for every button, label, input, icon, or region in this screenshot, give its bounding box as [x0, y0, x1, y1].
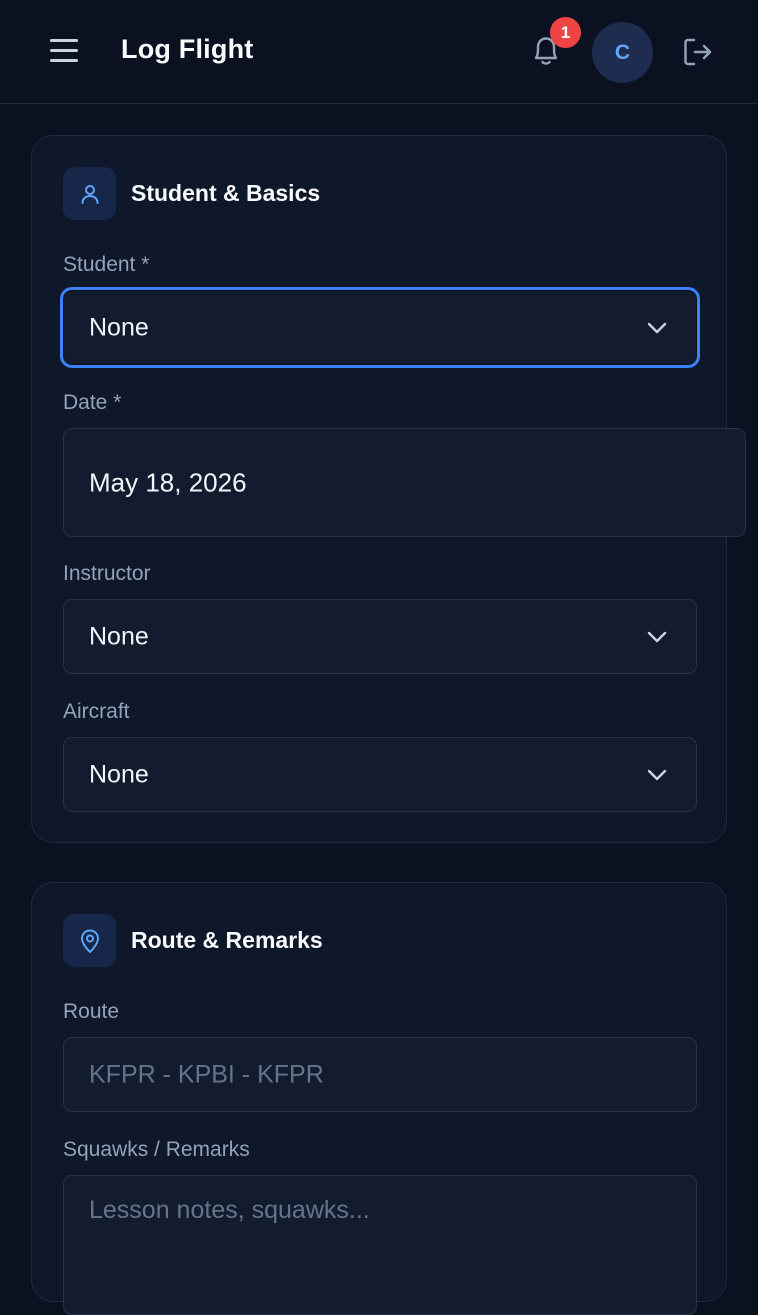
chevron-down-icon	[647, 322, 667, 333]
remarks-label: Squawks / Remarks	[63, 1138, 250, 1161]
chevron-down-icon	[647, 631, 667, 642]
remarks-textarea-placeholder: Lesson notes, squawks...	[89, 1196, 370, 1224]
student-select[interactable]: None	[63, 290, 697, 365]
aircraft-label: Aircraft	[63, 700, 130, 723]
date-input[interactable]: May 18, 2026	[63, 428, 746, 537]
user-icon	[63, 167, 116, 220]
aircraft-select-value: None	[89, 760, 149, 788]
notification-badge: 1	[550, 17, 581, 48]
page-title: Log Flight	[121, 34, 254, 64]
chevron-down-icon	[647, 769, 667, 780]
avatar[interactable]: C	[592, 22, 653, 83]
logout-icon[interactable]	[681, 35, 715, 69]
student-label: Student *	[63, 253, 150, 276]
date-input-value: May 18, 2026	[89, 467, 247, 497]
app-header: Log Flight 1 C	[0, 0, 758, 104]
route-remarks-card: Route & Remarks Route KFPR - KPBI - KFPR…	[31, 882, 727, 1315]
route-input-placeholder: KFPR - KPBI - KFPR	[89, 1060, 324, 1088]
aircraft-select[interactable]: None	[63, 737, 697, 812]
student-basics-card: Student & Basics Student * None Date * M…	[31, 135, 746, 843]
instructor-select-value: None	[89, 622, 149, 650]
route-input[interactable]: KFPR - KPBI - KFPR	[63, 1037, 697, 1112]
card-title-student-basics: Student & Basics	[131, 180, 321, 206]
card-title-route-remarks: Route & Remarks	[131, 927, 323, 953]
student-select-value: None	[89, 313, 149, 341]
route-label: Route	[63, 1000, 120, 1023]
instructor-label: Instructor	[63, 562, 151, 585]
hamburger-menu-icon[interactable]	[48, 36, 80, 66]
map-pin-icon	[63, 914, 116, 967]
instructor-select[interactable]: None	[63, 599, 697, 674]
remarks-textarea[interactable]: Lesson notes, squawks...	[63, 1175, 697, 1315]
date-label: Date *	[63, 391, 122, 414]
